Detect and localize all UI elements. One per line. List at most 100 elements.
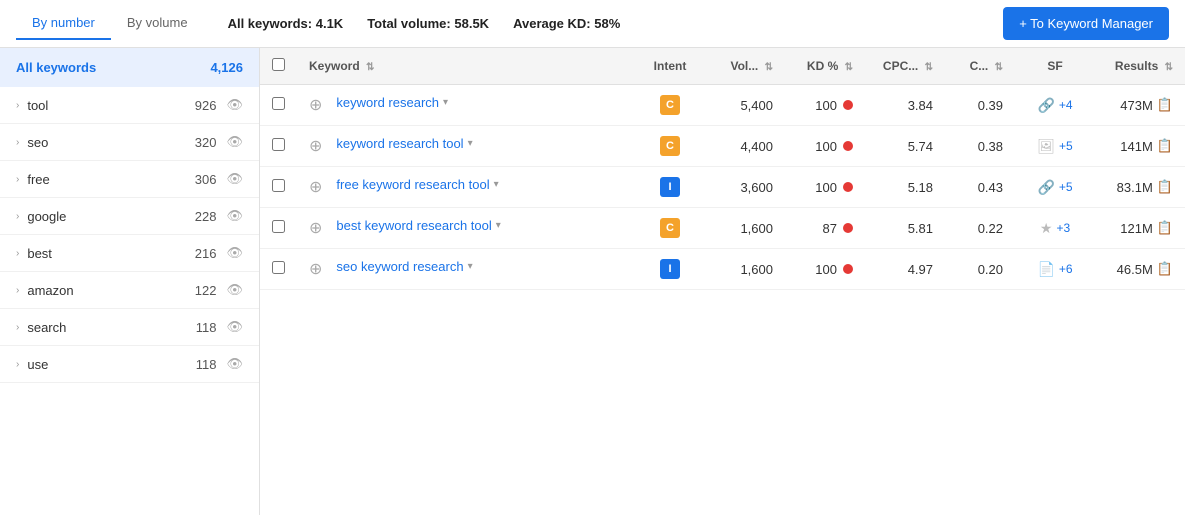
eye-icon[interactable]: 👁 xyxy=(226,171,243,187)
row-sf-cell: ★ +3 xyxy=(1015,208,1095,249)
row-checkbox-0[interactable] xyxy=(272,97,285,110)
th-cpc[interactable]: CPC... ⇅ xyxy=(865,48,945,85)
row-sf-cell: 🔗 +4 xyxy=(1015,85,1095,126)
volume-sort-icon[interactable]: ⇅ xyxy=(765,62,773,73)
dropdown-arrow-icon[interactable]: ▾ xyxy=(468,138,473,149)
sidebar-item-free[interactable]: › free 306 👁 xyxy=(0,161,259,198)
th-intent-label: Intent xyxy=(654,59,687,73)
keyword-text-block: keyword research ▾ xyxy=(336,95,448,110)
results-cell-content: 141M 📋 xyxy=(1107,138,1173,154)
th-results[interactable]: Results ⇅ xyxy=(1095,48,1185,85)
keyword-link[interactable]: seo keyword research xyxy=(336,259,463,274)
sidebar-item-left-amazon: › amazon xyxy=(16,283,74,298)
row-c-cell: 0.43 xyxy=(945,167,1015,208)
add-keyword-button[interactable]: ⊕ xyxy=(309,259,322,279)
th-sf[interactable]: SF xyxy=(1015,48,1095,85)
add-keyword-button[interactable]: ⊕ xyxy=(309,218,322,238)
sidebar-item-use[interactable]: › use 118 👁 xyxy=(0,346,259,383)
th-kd[interactable]: KD % ⇅ xyxy=(785,48,865,85)
eye-icon[interactable]: 👁 xyxy=(226,97,243,113)
th-keyword-label: Keyword xyxy=(309,59,360,73)
sf-count[interactable]: +3 xyxy=(1056,221,1070,235)
sidebar-item-count: 228 xyxy=(195,209,217,224)
row-kd-cell: 100 xyxy=(785,249,865,290)
dropdown-arrow-icon[interactable]: ▾ xyxy=(443,97,448,108)
row-checkbox-2[interactable] xyxy=(272,179,285,192)
th-c[interactable]: C... ⇅ xyxy=(945,48,1015,85)
add-keyword-button[interactable]: ⊕ xyxy=(309,136,322,156)
results-sort-icon[interactable]: ⇅ xyxy=(1165,62,1173,73)
table-row: ⊕ free keyword research tool ▾ I 3,600 1… xyxy=(260,167,1185,208)
sidebar-item-tool[interactable]: › tool 926 👁 xyxy=(0,87,259,124)
keyword-link[interactable]: best keyword research tool xyxy=(336,218,491,233)
keyword-link[interactable]: keyword research tool xyxy=(336,136,463,151)
row-volume-cell: 1,600 xyxy=(705,208,785,249)
to-keyword-manager-button[interactable]: + To Keyword Manager xyxy=(1003,7,1169,40)
kd-value: 87 xyxy=(823,221,837,236)
table-row: ⊕ keyword research ▾ C 5,400 100 3.84 0.… xyxy=(260,85,1185,126)
keyword-name-row: keyword research tool ▾ xyxy=(336,136,472,151)
select-all-checkbox[interactable] xyxy=(272,58,285,71)
th-volume-label: Vol... xyxy=(730,59,758,73)
row-c-cell: 0.22 xyxy=(945,208,1015,249)
row-checkbox-3[interactable] xyxy=(272,220,285,233)
keyword-cell-content: ⊕ seo keyword research ▾ xyxy=(309,259,623,279)
row-checkbox-1[interactable] xyxy=(272,138,285,151)
tab-by-volume[interactable]: By volume xyxy=(111,7,204,40)
add-keyword-button[interactable]: ⊕ xyxy=(309,95,322,115)
th-volume[interactable]: Vol... ⇅ xyxy=(705,48,785,85)
eye-icon[interactable]: 👁 xyxy=(226,319,243,335)
row-volume-cell: 3,600 xyxy=(705,167,785,208)
row-checkbox-4[interactable] xyxy=(272,261,285,274)
results-value: 46.5M xyxy=(1117,262,1153,277)
keyword-table-area: Keyword ⇅ Intent Vol... ⇅ KD % ⇅ xyxy=(260,48,1185,515)
row-volume-cell: 1,600 xyxy=(705,249,785,290)
keyword-sort-icon[interactable]: ⇅ xyxy=(366,62,374,73)
chevron-icon: › xyxy=(16,211,19,222)
row-results-cell: 83.1M 📋 xyxy=(1095,167,1185,208)
sf-count[interactable]: +4 xyxy=(1059,98,1073,112)
dropdown-arrow-icon[interactable]: ▾ xyxy=(468,261,473,272)
c-sort-icon[interactable]: ⇅ xyxy=(995,62,1003,73)
sidebar-item-best[interactable]: › best 216 👁 xyxy=(0,235,259,272)
eye-icon[interactable]: 👁 xyxy=(226,208,243,224)
row-cpc-cell: 5.74 xyxy=(865,126,945,167)
sidebar-item-seo[interactable]: › seo 320 👁 xyxy=(0,124,259,161)
sf-count[interactable]: +6 xyxy=(1059,262,1073,276)
row-cpc-cell: 4.97 xyxy=(865,249,945,290)
chevron-icon: › xyxy=(16,359,19,370)
kd-dot-indicator xyxy=(843,182,853,192)
keyword-text-block: best keyword research tool ▾ xyxy=(336,218,500,233)
keyword-link[interactable]: keyword research xyxy=(336,95,439,110)
intent-badge: C xyxy=(660,136,680,156)
tab-by-number[interactable]: By number xyxy=(16,7,111,40)
sidebar-all-keywords-header[interactable]: All keywords 4,126 xyxy=(0,48,259,87)
sf-count[interactable]: +5 xyxy=(1059,180,1073,194)
kd-cell-content: 100 xyxy=(797,139,853,154)
th-keyword[interactable]: Keyword ⇅ xyxy=(297,48,635,85)
keyword-link[interactable]: free keyword research tool xyxy=(336,177,489,192)
sidebar-item-search[interactable]: › search 118 👁 xyxy=(0,309,259,346)
sidebar-item-name: google xyxy=(27,209,66,224)
dropdown-arrow-icon[interactable]: ▾ xyxy=(494,179,499,190)
sidebar-item-amazon[interactable]: › amazon 122 👁 xyxy=(0,272,259,309)
sf-cell-content: 🖼 +5 xyxy=(1027,138,1083,155)
intent-badge: C xyxy=(660,95,680,115)
cpc-sort-icon[interactable]: ⇅ xyxy=(925,62,933,73)
sf-count[interactable]: +5 xyxy=(1059,139,1073,153)
results-cell-content: 473M 📋 xyxy=(1107,97,1173,113)
sidebar-item-count: 306 xyxy=(195,172,217,187)
kd-sort-icon[interactable]: ⇅ xyxy=(845,62,853,73)
th-c-label: C... xyxy=(970,59,989,73)
eye-icon[interactable]: 👁 xyxy=(226,356,243,372)
eye-icon[interactable]: 👁 xyxy=(226,282,243,298)
sf-feature-icon: 🔗 xyxy=(1037,97,1054,114)
row-checkbox-cell xyxy=(260,85,297,126)
add-keyword-button[interactable]: ⊕ xyxy=(309,177,322,197)
eye-icon[interactable]: 👁 xyxy=(226,245,243,261)
eye-icon[interactable]: 👁 xyxy=(226,134,243,150)
sidebar-item-count: 926 xyxy=(195,98,217,113)
sidebar-item-google[interactable]: › google 228 👁 xyxy=(0,198,259,235)
dropdown-arrow-icon[interactable]: ▾ xyxy=(496,220,501,231)
row-keyword-cell: ⊕ free keyword research tool ▾ xyxy=(297,167,635,208)
